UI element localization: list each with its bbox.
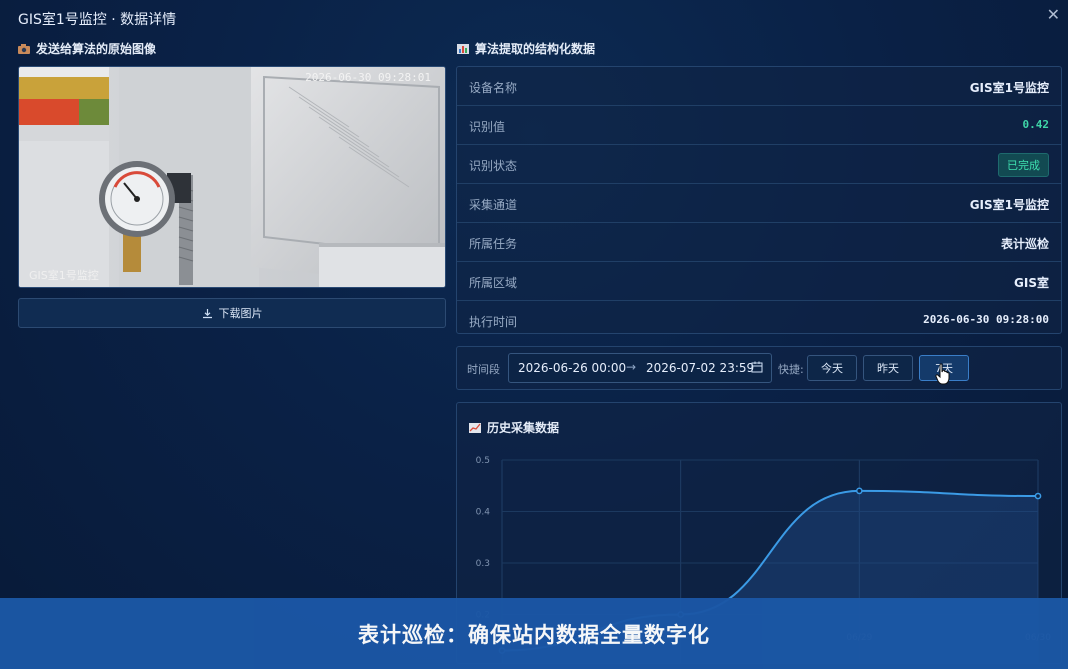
gauge-photo xyxy=(19,67,445,287)
calendar-icon[interactable] xyxy=(751,361,763,373)
recognized-value: 0.42 xyxy=(1022,118,1050,131)
time-range-label: 时间段 xyxy=(467,363,500,376)
range-arrow-icon: → xyxy=(626,360,637,374)
device-name-value: GIS室1号监控 xyxy=(969,81,1049,95)
y-tick-label: 0.4 xyxy=(476,508,491,518)
structured-data-table: 设备名称 GIS室1号监控 识别值 0.42 识别状态 已完成 采集通道 GIS… xyxy=(456,66,1062,334)
image-section-title: 发送给算法的原始图像 xyxy=(18,40,156,57)
area-value: GIS室 xyxy=(1014,276,1049,290)
download-icon xyxy=(202,308,212,318)
row-label: 设备名称 xyxy=(469,81,518,95)
row-task: 所属任务 表计巡检 xyxy=(457,223,1061,262)
date-range-picker[interactable]: 2026-06-26 00:00 → 2026-07-02 23:59 xyxy=(508,353,772,383)
row-status: 识别状态 已完成 xyxy=(457,145,1061,184)
caption-banner: 表计巡检：确保站内数据全量数字化 xyxy=(0,598,1068,669)
status-badge: 已完成 xyxy=(998,153,1049,177)
data-point xyxy=(855,487,863,495)
row-recognized-value: 识别值 0.42 xyxy=(457,106,1061,145)
start-date[interactable]: 2026-06-26 00:00 xyxy=(518,361,626,375)
download-label: 下载图片 xyxy=(218,307,263,320)
window-title: GIS室1号监控 · 数据详情 xyxy=(18,12,177,28)
today-button[interactable]: 今天 xyxy=(807,355,857,381)
yesterday-button[interactable]: 昨天 xyxy=(863,355,913,381)
exec-time-value: 2026-06-30 09:28:00 xyxy=(923,313,1049,326)
row-label: 所属任务 xyxy=(469,237,518,251)
row-label: 执行时间 xyxy=(469,315,518,329)
row-exec-time: 执行时间 2026-06-30 09:28:00 xyxy=(457,301,1061,339)
time-filter-bar: 时间段 2026-06-26 00:00 → 2026-07-02 23:59 … xyxy=(456,346,1062,390)
data-point xyxy=(1034,492,1042,500)
hand-cursor-icon xyxy=(935,363,950,385)
camera-icon xyxy=(18,43,30,54)
task-value: 表计巡检 xyxy=(1000,237,1049,251)
close-icon[interactable]: ✕ xyxy=(1047,5,1060,24)
row-label: 识别值 xyxy=(469,120,506,134)
image-caption: GIS室1号监控 xyxy=(29,269,99,282)
image-timestamp: 2026-06-30 09:28:01 xyxy=(305,71,431,84)
row-label: 识别状态 xyxy=(469,159,518,173)
row-area: 所属区域 GIS室 xyxy=(457,262,1061,301)
quick-select-label: 快捷: xyxy=(778,363,804,376)
end-date[interactable]: 2026-07-02 23:59 xyxy=(646,361,754,375)
row-channel: 采集通道 GIS室1号监控 xyxy=(457,184,1061,223)
image-section-label: 发送给算法的原始图像 xyxy=(36,42,157,56)
source-image: 2026-06-30 09:28:01 GIS室1号监控 xyxy=(18,66,446,288)
row-label: 采集通道 xyxy=(469,198,518,212)
channel-value: GIS室1号监控 xyxy=(969,198,1049,212)
data-section-title: 算法提取的结构化数据 xyxy=(457,40,595,57)
data-section-label: 算法提取的结构化数据 xyxy=(475,42,596,56)
row-device-name: 设备名称 GIS室1号监控 xyxy=(457,67,1061,106)
download-image-button[interactable]: 下载图片 xyxy=(18,298,446,328)
row-label: 所属区域 xyxy=(469,276,518,290)
y-tick-label: 0.5 xyxy=(476,456,490,466)
bar-chart-icon xyxy=(457,43,469,54)
y-tick-label: 0.3 xyxy=(476,559,490,569)
